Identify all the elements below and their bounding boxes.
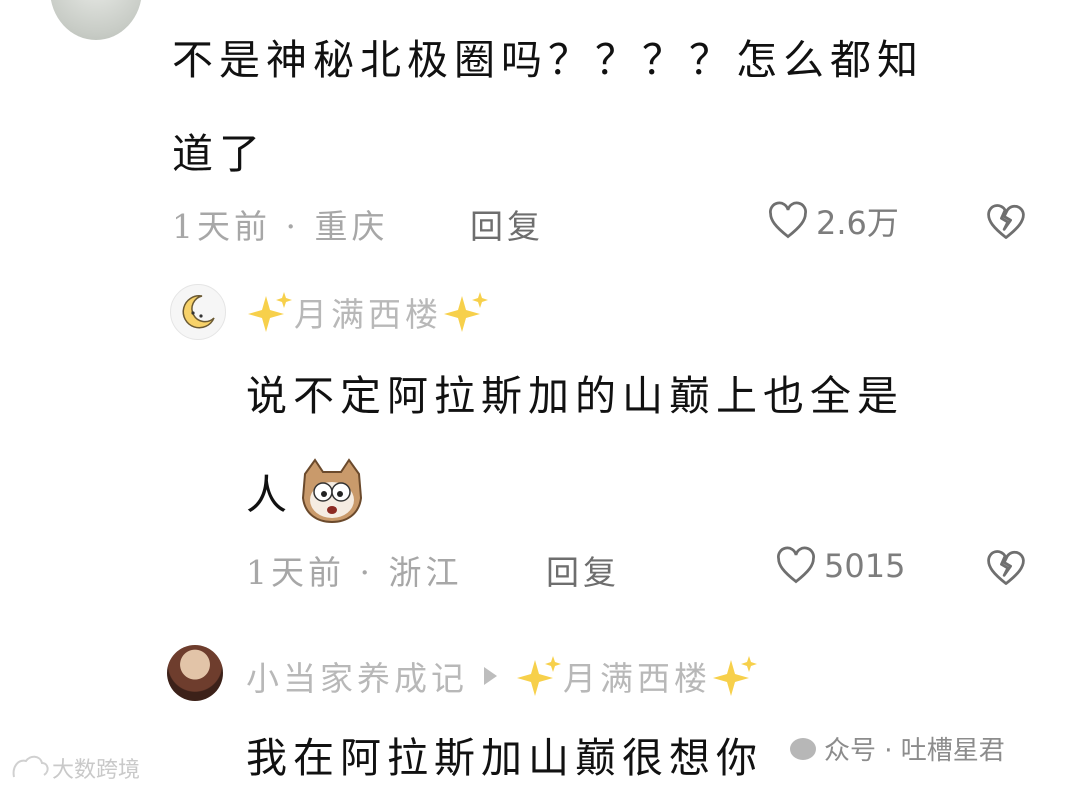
heart-icon [769,201,807,239]
watermark-text: 众号 · 吐槽星君 [824,736,1005,766]
avatar[interactable] [167,645,223,701]
username-text: 小当家养成记 [246,659,468,698]
heart-icon [777,546,815,584]
doge-face-emoji [301,458,363,524]
sparkles-icon [248,292,292,332]
reply-arrow-icon [484,667,497,685]
broken-heart-icon[interactable] [984,546,1028,590]
reply-author[interactable]: 小当家养成记 月满西楼 [246,652,759,700]
like-count: 2.6万 [816,204,899,242]
watermark-text: 大数跨境 [52,758,141,783]
reply-button[interactable]: 回复 [546,546,620,594]
avatar[interactable] [50,0,142,40]
logo-icon [12,755,49,778]
comment-meta: 1天前 · 重庆 [172,207,389,246]
sparkles-icon [713,656,757,696]
comment-text: 不是神秘北极圈吗？？？？怎么都知 [172,36,924,84]
like-button[interactable]: 5015 [774,544,905,588]
avatar[interactable] [170,284,226,340]
username-text: 月满西楼 [294,295,442,334]
like-count: 5015 [824,547,906,585]
crescent-moon-icon [182,295,215,329]
reply-text: 我在阿拉斯加山巅很想你 [246,734,763,782]
reply-to-username[interactable]: 月满西楼 [563,652,711,700]
reply-text: 说不定阿拉斯加的山巅上也全是 [246,372,904,420]
wechat-icon [790,737,816,760]
broken-heart-icon[interactable] [984,200,1028,244]
sparkles-icon [517,656,561,696]
watermark: 大数跨境 [8,752,140,784]
reply-text-continued: 人 [246,456,367,526]
sparkles-icon [444,292,488,332]
comment-text-continued: 道了 [172,130,266,178]
like-button[interactable]: 2.6万 [766,198,899,244]
reply-meta: 1天前 · 浙江 [246,553,463,592]
reply-text-tail: 人 [246,471,293,519]
reply-button[interactable]: 回复 [470,200,544,248]
reply-author[interactable]: 月满西楼 [246,288,490,336]
watermark: 众号 · 吐槽星君 [790,730,1005,767]
